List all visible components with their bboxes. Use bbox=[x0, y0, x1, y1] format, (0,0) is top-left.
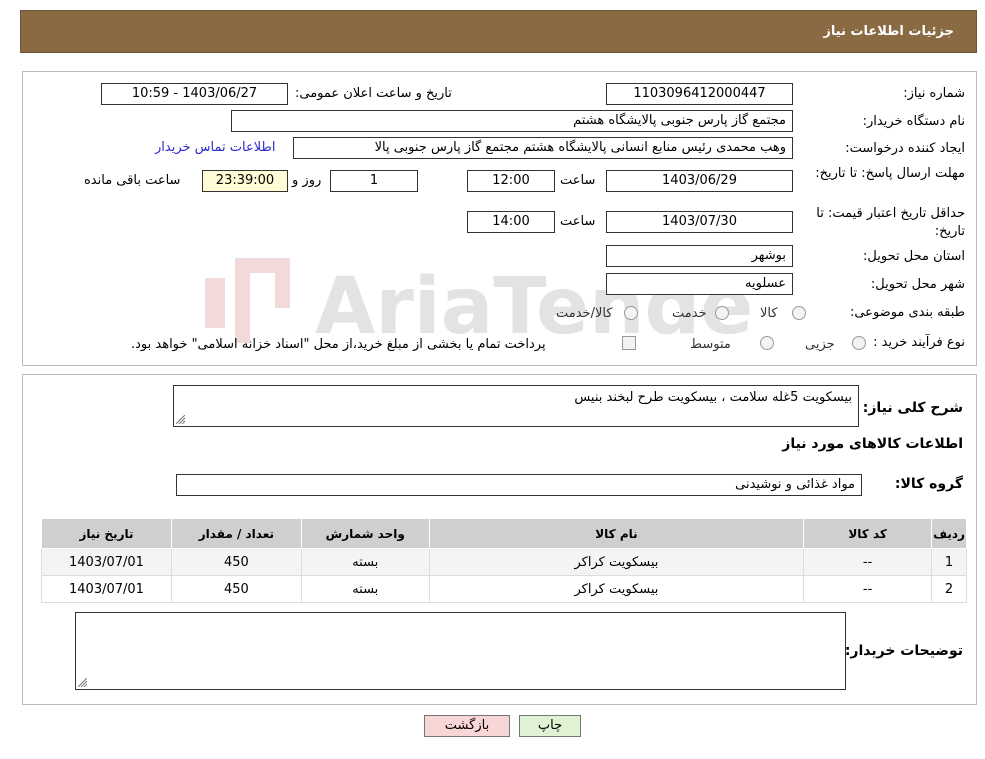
summary-label: شرح کلی نیاز: bbox=[862, 400, 963, 416]
category-label: طبقه بندی موضوعی: bbox=[849, 305, 965, 320]
col-date-header: تاریخ نیاز bbox=[41, 518, 172, 549]
deadline-time-field: 12:00 bbox=[467, 170, 555, 192]
cat-service-label: خدمت bbox=[672, 306, 707, 321]
buyer-org-field: مجتمع گاز پارس جنوبی پالایشگاه هشتم bbox=[231, 110, 793, 132]
summary-textarea[interactable]: بیسکویت 5غله سلامت ، بیسکویت طرح لبخند ب… bbox=[173, 385, 859, 427]
creator-label: ایجاد کننده درخواست: bbox=[845, 141, 965, 156]
goods-group-field: مواد غذائی و نوشیدنی bbox=[176, 474, 862, 496]
resize-grip-icon[interactable] bbox=[78, 678, 87, 687]
buyer-notes-textarea[interactable] bbox=[75, 612, 846, 690]
cell-row-number: 1 bbox=[931, 548, 967, 576]
col-qty-header: تعداد / مقدار bbox=[170, 518, 302, 549]
proc-medium-label: متوسط bbox=[690, 337, 731, 352]
process-label: نوع فرآیند خرید : bbox=[873, 335, 965, 350]
page-title: جزئیات اطلاعات نیاز bbox=[823, 24, 954, 39]
cell-unit: بسته bbox=[300, 575, 430, 603]
col-name-header: نام کالا bbox=[428, 518, 805, 549]
back-button[interactable]: بازگشت bbox=[424, 715, 510, 737]
col-row-header: ردیف bbox=[931, 518, 967, 549]
days-label: روز و bbox=[292, 173, 322, 188]
proc-medium-radio[interactable] bbox=[760, 336, 774, 350]
goods-table: ردیف کد کالا نام کالا واحد شمارش تعداد /… bbox=[41, 518, 967, 603]
resize-grip-icon[interactable] bbox=[176, 415, 185, 424]
cell-name: بیسکویت کراکر bbox=[428, 575, 805, 603]
announce-datetime-field: 1403/06/27 - 10:59 bbox=[101, 83, 288, 105]
goods-group-label: گروه کالا: bbox=[894, 476, 963, 492]
remaining-time-field: 23:39:00 bbox=[202, 170, 288, 192]
days-field: 1 bbox=[330, 170, 418, 192]
cell-row-number: 2 bbox=[931, 575, 967, 603]
col-unit-header: واحد شمارش bbox=[300, 518, 430, 549]
page-header: جزئیات اطلاعات نیاز bbox=[20, 10, 977, 53]
table-row: 2 -- بیسکویت کراکر بسته 450 1403/07/01 bbox=[41, 575, 967, 603]
creator-field: وهب محمدی رئیس منابع انسانی پالایشگاه هش… bbox=[293, 137, 793, 159]
cell-unit: بسته bbox=[300, 548, 430, 576]
col-code-header: کد کالا bbox=[803, 518, 933, 549]
validity-date-field: 1403/07/30 bbox=[606, 211, 793, 233]
announce-label: تاریخ و ساعت اعلان عمومی: bbox=[295, 86, 452, 101]
proc-small-radio[interactable] bbox=[852, 336, 866, 350]
cat-service-radio[interactable] bbox=[715, 306, 729, 320]
cat-goods-service-radio[interactable] bbox=[624, 306, 638, 320]
cell-date: 1403/07/01 bbox=[41, 575, 172, 603]
province-label: استان محل تحویل: bbox=[863, 249, 965, 264]
print-button[interactable]: چاپ bbox=[519, 715, 581, 737]
cell-date: 1403/07/01 bbox=[41, 548, 172, 576]
cat-goods-radio[interactable] bbox=[792, 306, 806, 320]
deadline-date-field: 1403/06/29 bbox=[606, 170, 793, 192]
summary-text: بیسکویت 5غله سلامت ، بیسکویت طرح لبخند ب… bbox=[574, 390, 852, 405]
deadline-time-label: ساعت bbox=[560, 173, 596, 188]
validity-time-label: ساعت bbox=[560, 214, 596, 229]
table-header-row: ردیف کد کالا نام کالا واحد شمارش تعداد /… bbox=[41, 518, 967, 549]
table-row: 1 -- بیسکویت کراکر بسته 450 1403/07/01 bbox=[41, 548, 967, 576]
payment-note: پرداخت تمام یا بخشی از مبلغ خرید،از محل … bbox=[131, 337, 546, 352]
buyer-org-label: نام دستگاه خریدار: bbox=[862, 114, 965, 129]
validity-label: حداقل تاریخ اعتبار قیمت: تا تاریخ: bbox=[816, 206, 965, 239]
goods-info-title: اطلاعات کالاهای مورد نیاز bbox=[782, 436, 963, 452]
cell-qty: 450 bbox=[170, 548, 302, 576]
need-number-field: 1103096412000447 bbox=[606, 83, 793, 105]
treasury-checkbox[interactable] bbox=[622, 336, 636, 350]
cell-name: بیسکویت کراکر bbox=[428, 548, 805, 576]
cell-code: -- bbox=[803, 548, 933, 576]
remaining-label: ساعت باقی مانده bbox=[84, 173, 181, 188]
cell-code: -- bbox=[803, 575, 933, 603]
proc-small-label: جزیی bbox=[805, 337, 835, 352]
city-field: عسلویه bbox=[606, 273, 793, 295]
cat-goods-service-label: کالا/خدمت bbox=[556, 306, 613, 321]
buyer-notes-label: توضیحات خریدار: bbox=[844, 643, 963, 659]
validity-time-field: 14:00 bbox=[467, 211, 555, 233]
cat-goods-label: کالا bbox=[760, 306, 778, 321]
province-field: بوشهر bbox=[606, 245, 793, 267]
buyer-contact-link[interactable]: اطلاعات تماس خریدار bbox=[155, 140, 275, 155]
need-number-label: شماره نیاز: bbox=[903, 86, 965, 101]
city-label: شهر محل تحویل: bbox=[870, 277, 965, 292]
cell-qty: 450 bbox=[170, 575, 302, 603]
deadline-label: مهلت ارسال پاسخ: تا تاریخ: bbox=[815, 166, 965, 181]
